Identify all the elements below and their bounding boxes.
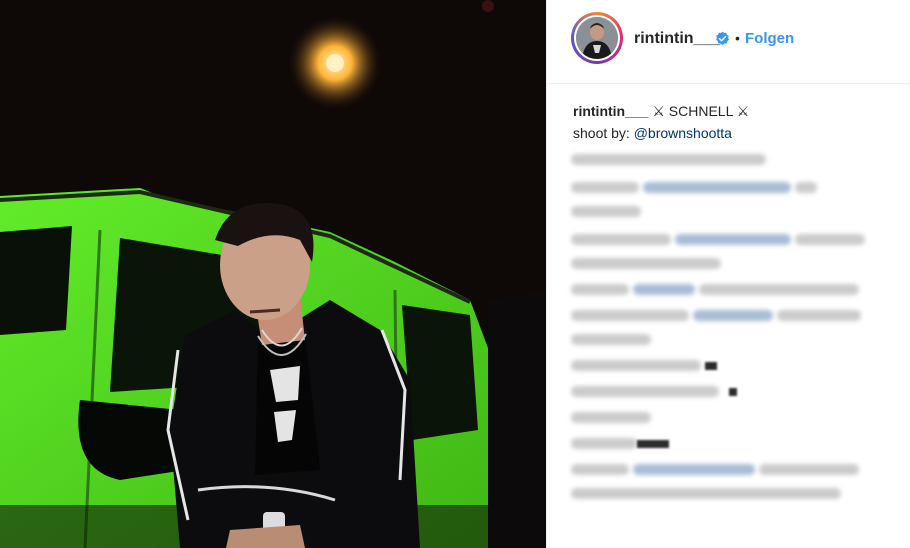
- separator-dot: •: [735, 30, 740, 46]
- blurred-comment-line: [795, 234, 865, 245]
- blurred-comment-line: [571, 488, 841, 499]
- blurred-comment-line: [571, 154, 766, 165]
- follow-button[interactable]: Folgen: [745, 30, 794, 47]
- blurred-comment-line: [633, 284, 695, 295]
- blurred-comment-line: [571, 234, 671, 245]
- credit-mention-link[interactable]: @brownshootta: [634, 125, 732, 141]
- blurred-comment-line: [571, 284, 629, 295]
- blurred-comment-line: [777, 310, 861, 321]
- blurred-comment-line: [693, 310, 773, 321]
- caption-text: ⚔ SCHNELL ⚔: [648, 103, 750, 119]
- blurred-comment-line: [571, 360, 701, 371]
- post-sidebar: rintintin___ • Folgen rintintin___ ⚔ SCH…: [546, 0, 910, 548]
- photo-scene: [0, 0, 546, 548]
- post-header: rintintin___ • Folgen: [547, 0, 910, 84]
- credit-line: shoot by: @brownshootta: [573, 122, 883, 144]
- blurred-comment-line: [571, 334, 651, 345]
- profile-avatar-icon: [576, 17, 618, 59]
- blurred-emoji: [729, 388, 737, 396]
- blurred-comment-line: [795, 182, 817, 193]
- blurred-comment-line: [699, 284, 859, 295]
- blurred-comment-line: [571, 206, 641, 217]
- blurred-comment-line: [675, 234, 791, 245]
- post-caption: rintintin___ ⚔ SCHNELL ⚔ shoot by: @brow…: [573, 100, 883, 144]
- blurred-comment-line: [571, 412, 651, 423]
- header-username[interactable]: rintintin___: [634, 30, 720, 48]
- blurred-comment-line: [571, 258, 721, 269]
- blurred-comment-line: [571, 182, 639, 193]
- caption-username[interactable]: rintintin___: [573, 103, 648, 119]
- blurred-comments: [571, 150, 891, 548]
- blurred-comment-line: [643, 182, 791, 193]
- verified-badge-icon: [715, 31, 730, 46]
- blurred-comment-line: [571, 386, 719, 397]
- caption-line: rintintin___ ⚔ SCHNELL ⚔: [573, 100, 883, 122]
- blurred-emoji: [705, 362, 717, 370]
- avatar[interactable]: [574, 15, 620, 61]
- blurred-comment-line: [571, 464, 629, 475]
- blurred-emoji: [637, 440, 669, 448]
- story-ring[interactable]: [571, 12, 623, 64]
- instagram-post: rintintin___ • Folgen rintintin___ ⚔ SCH…: [0, 0, 910, 548]
- post-photo[interactable]: [0, 0, 546, 548]
- blurred-comment-line: [633, 464, 755, 475]
- blurred-comment-line: [759, 464, 859, 475]
- blurred-comment-line: [571, 438, 637, 449]
- blurred-comment-line: [571, 310, 689, 321]
- credit-prefix: shoot by:: [573, 125, 634, 141]
